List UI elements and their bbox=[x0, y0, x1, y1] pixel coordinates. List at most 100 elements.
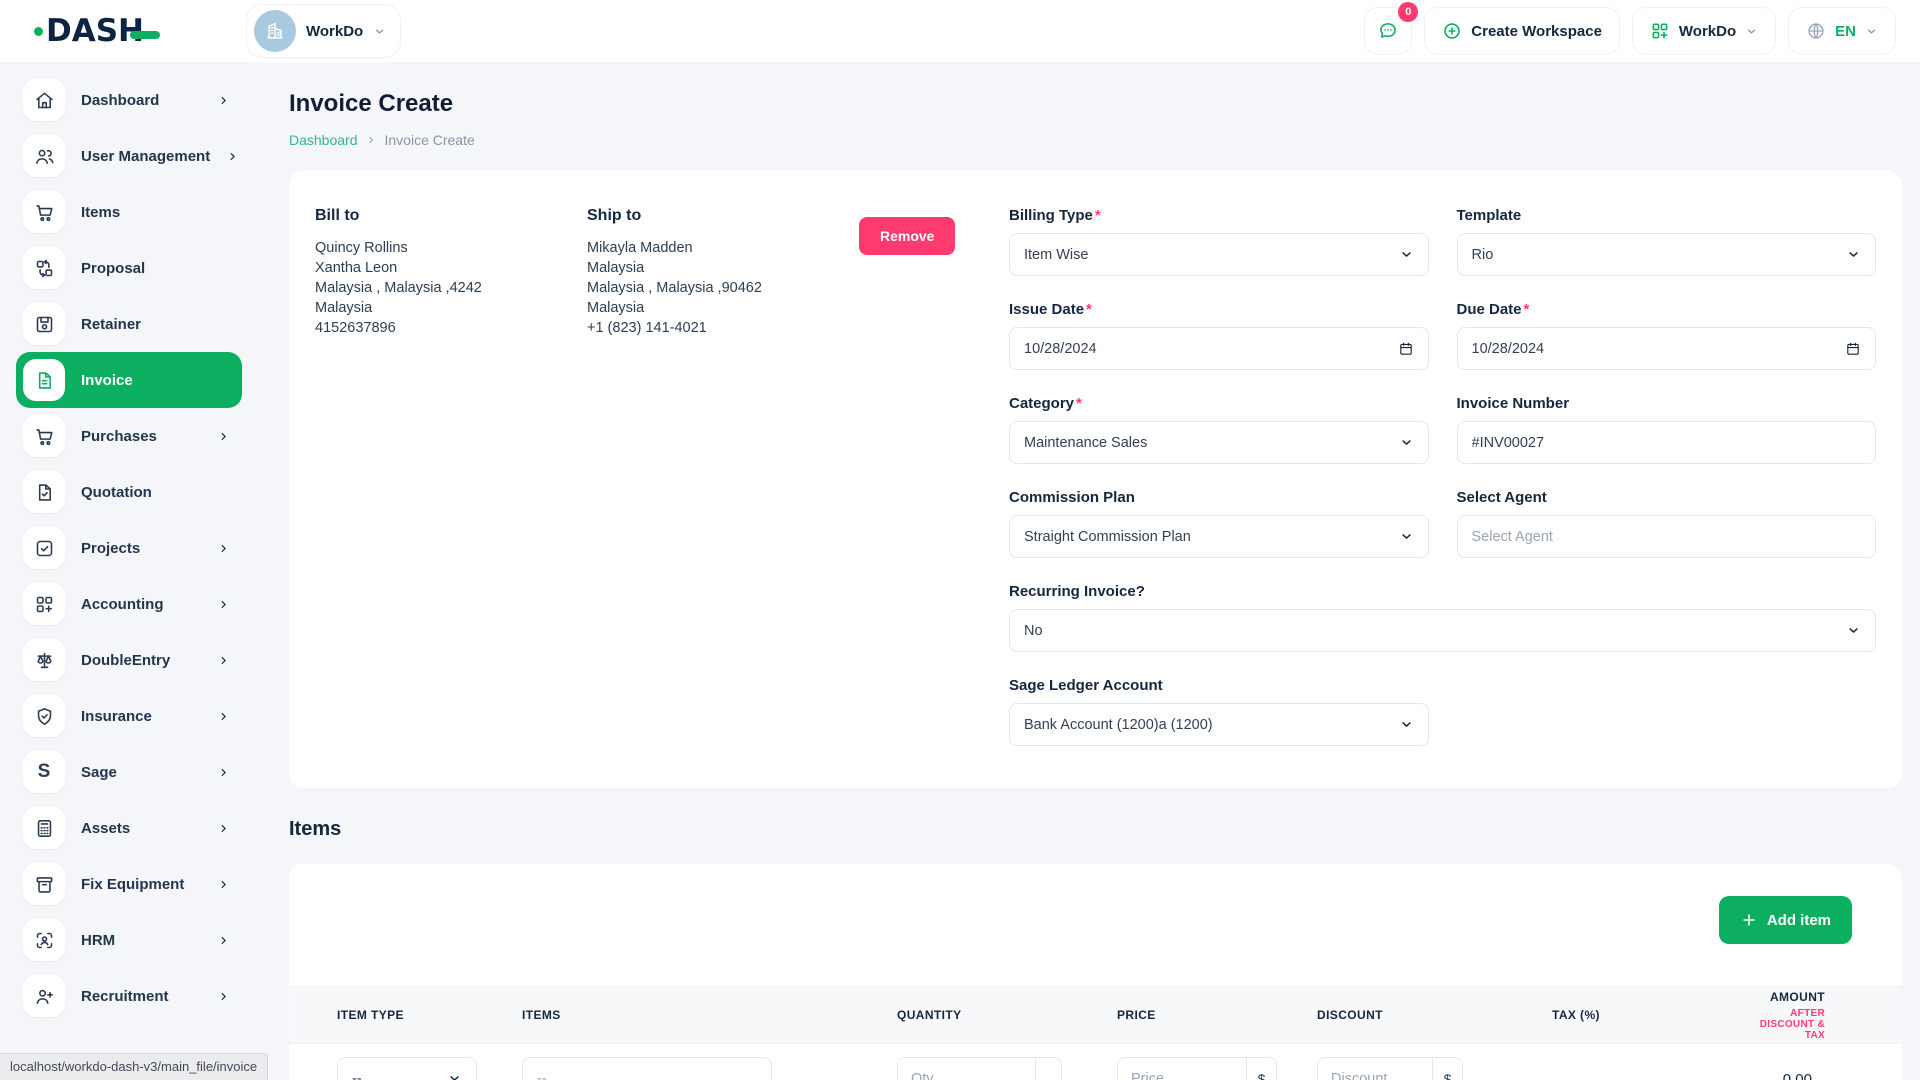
sidebar-item-assets[interactable]: Assets bbox=[16, 800, 242, 856]
currency-suffix: $ bbox=[1246, 1058, 1276, 1080]
commission-plan-field: Commission Plan Straight Commission Plan bbox=[1009, 489, 1429, 558]
language-button[interactable]: EN bbox=[1788, 7, 1896, 55]
chevron-down-icon bbox=[1846, 623, 1861, 638]
items-section-title: Items bbox=[289, 818, 1902, 841]
workdo-menu-button[interactable]: WorkDo bbox=[1632, 7, 1776, 55]
item-type-select[interactable]: -- bbox=[337, 1057, 477, 1080]
app-logo[interactable]: DASH bbox=[0, 13, 232, 49]
select-agent-field: Select Agent bbox=[1457, 489, 1877, 558]
sidebar-item-proposal[interactable]: Proposal bbox=[16, 240, 242, 296]
sidebar-item-accounting[interactable]: Accounting bbox=[16, 576, 242, 632]
col-header-quantity: QUANTITY bbox=[897, 1008, 1117, 1022]
recurring-invoice-select[interactable]: No bbox=[1009, 609, 1876, 652]
col-header-item-type: ITEM TYPE bbox=[337, 1008, 522, 1022]
billing-type-select[interactable]: Item Wise bbox=[1009, 233, 1429, 276]
ship-to-line: Mikayla Madden bbox=[587, 238, 859, 258]
sidebar-item-doubleentry[interactable]: DoubleEntry bbox=[16, 632, 242, 688]
quantity-input[interactable] bbox=[898, 1058, 1035, 1080]
calendar-icon bbox=[1845, 341, 1861, 357]
items-search-input[interactable] bbox=[522, 1057, 772, 1080]
items-card: Add item ITEM TYPE ITEMS QUANTITY PRICE … bbox=[289, 864, 1902, 1080]
template-field: Template Rio bbox=[1457, 207, 1877, 276]
price-input[interactable] bbox=[1118, 1058, 1246, 1080]
chevron-right-icon bbox=[217, 430, 230, 443]
sidebar-item-items[interactable]: Items bbox=[16, 184, 242, 240]
messages-button[interactable]: 0 bbox=[1364, 7, 1412, 55]
users-icon bbox=[23, 135, 65, 177]
sidebar: Dashboard User Management Items Proposal… bbox=[0, 62, 258, 1080]
cart-icon bbox=[23, 191, 65, 233]
discount-input[interactable] bbox=[1318, 1058, 1432, 1080]
ship-to-line: Malaysia , Malaysia ,90462 bbox=[587, 278, 859, 298]
chevron-right-icon bbox=[217, 542, 230, 555]
status-bar-url: localhost/workdo-dash-v3/main_file/invoi… bbox=[0, 1053, 268, 1080]
sidebar-item-sage[interactable]: S Sage bbox=[16, 744, 242, 800]
chevron-down-icon bbox=[1399, 247, 1414, 262]
file-text-icon bbox=[23, 359, 65, 401]
due-date-input[interactable]: 10/28/2024 bbox=[1457, 327, 1877, 370]
sidebar-item-hrm[interactable]: HRM bbox=[16, 912, 242, 968]
top-header: DASH WorkDo 0 Create Workspace WorkDo EN bbox=[0, 0, 1920, 62]
bill-to-block: Bill to Quincy Rollins Xantha Leon Malay… bbox=[315, 207, 587, 746]
sidebar-item-retainer[interactable]: Retainer bbox=[16, 296, 242, 352]
chevron-right-icon bbox=[217, 710, 230, 723]
commission-plan-select[interactable]: Straight Commission Plan bbox=[1009, 515, 1429, 558]
invoice-number-input[interactable] bbox=[1457, 421, 1877, 464]
chevron-down-icon bbox=[1846, 247, 1861, 262]
category-select[interactable]: Maintenance Sales bbox=[1009, 421, 1429, 464]
select-agent-input[interactable] bbox=[1457, 515, 1877, 558]
chevron-right-icon bbox=[217, 654, 230, 667]
chevron-right-icon bbox=[217, 598, 230, 611]
issue-date-input[interactable]: 10/28/2024 bbox=[1009, 327, 1429, 370]
number-stepper[interactable] bbox=[1035, 1058, 1061, 1080]
sage-ledger-field: Sage Ledger Account Bank Account (1200)a… bbox=[1009, 677, 1429, 746]
required-marker: * bbox=[1524, 301, 1530, 318]
topbar-actions: 0 Create Workspace WorkDo EN bbox=[1364, 7, 1896, 55]
chevron-right-icon bbox=[217, 766, 230, 779]
sidebar-item-user-management[interactable]: User Management bbox=[16, 128, 242, 184]
sidebar-item-fix-equipment[interactable]: Fix Equipment bbox=[16, 856, 242, 912]
grid-plus-icon bbox=[23, 583, 65, 625]
breadcrumb-separator: › bbox=[369, 131, 374, 148]
template-select[interactable]: Rio bbox=[1457, 233, 1877, 276]
ship-to-block: Ship to Mikayla Madden Malaysia Malaysia… bbox=[587, 207, 859, 746]
remove-button[interactable]: Remove bbox=[859, 217, 955, 255]
chevron-down-icon bbox=[447, 1071, 462, 1080]
square-check-icon bbox=[23, 527, 65, 569]
sidebar-item-quotation[interactable]: Quotation bbox=[16, 464, 242, 520]
sidebar-item-invoice[interactable]: Invoice bbox=[16, 352, 242, 408]
recurring-invoice-field: Recurring Invoice? No bbox=[1009, 583, 1876, 652]
scales-icon bbox=[23, 639, 65, 681]
invoice-form-card: Bill to Quincy Rollins Xantha Leon Malay… bbox=[289, 171, 1902, 788]
sidebar-item-purchases[interactable]: Purchases bbox=[16, 408, 242, 464]
archive-box-icon bbox=[23, 863, 65, 905]
sidebar-item-insurance[interactable]: Insurance bbox=[16, 688, 242, 744]
swap-icon bbox=[23, 247, 65, 289]
home-icon bbox=[23, 79, 65, 121]
logo-bar-icon bbox=[130, 31, 160, 39]
col-header-amount: AMOUNT AFTER DISCOUNT & TAX bbox=[1757, 990, 1902, 1041]
sidebar-item-projects[interactable]: Projects bbox=[16, 520, 242, 576]
required-marker: * bbox=[1076, 395, 1082, 412]
billing-type-field: Billing Type* Item Wise bbox=[1009, 207, 1429, 276]
breadcrumb-dashboard-link[interactable]: Dashboard bbox=[289, 132, 358, 148]
chevron-down-icon bbox=[1865, 25, 1878, 38]
shield-check-icon bbox=[23, 695, 65, 737]
bill-to-line: Quincy Rollins bbox=[315, 238, 587, 258]
discount-input-group: $ bbox=[1317, 1057, 1463, 1080]
sidebar-item-recruitment[interactable]: Recruitment bbox=[16, 968, 242, 1024]
issue-date-field: Issue Date* 10/28/2024 bbox=[1009, 301, 1429, 370]
chevron-down-icon bbox=[1399, 435, 1414, 450]
sage-ledger-select[interactable]: Bank Account (1200)a (1200) bbox=[1009, 703, 1429, 746]
amount-value: 0.00 bbox=[1757, 1057, 1902, 1080]
building-icon bbox=[254, 10, 296, 52]
create-workspace-button[interactable]: Create Workspace bbox=[1424, 7, 1620, 55]
chevron-down-icon bbox=[1399, 717, 1414, 732]
invoice-fields: Billing Type* Item Wise Template Rio Iss… bbox=[1009, 207, 1876, 746]
add-item-button[interactable]: Add item bbox=[1719, 896, 1852, 944]
sidebar-item-dashboard[interactable]: Dashboard bbox=[16, 72, 242, 128]
chevron-right-icon bbox=[226, 150, 239, 163]
bill-to-line: Xantha Leon bbox=[315, 258, 587, 278]
bill-to-line: Malaysia bbox=[315, 298, 587, 318]
workspace-selector[interactable]: WorkDo bbox=[246, 4, 401, 58]
